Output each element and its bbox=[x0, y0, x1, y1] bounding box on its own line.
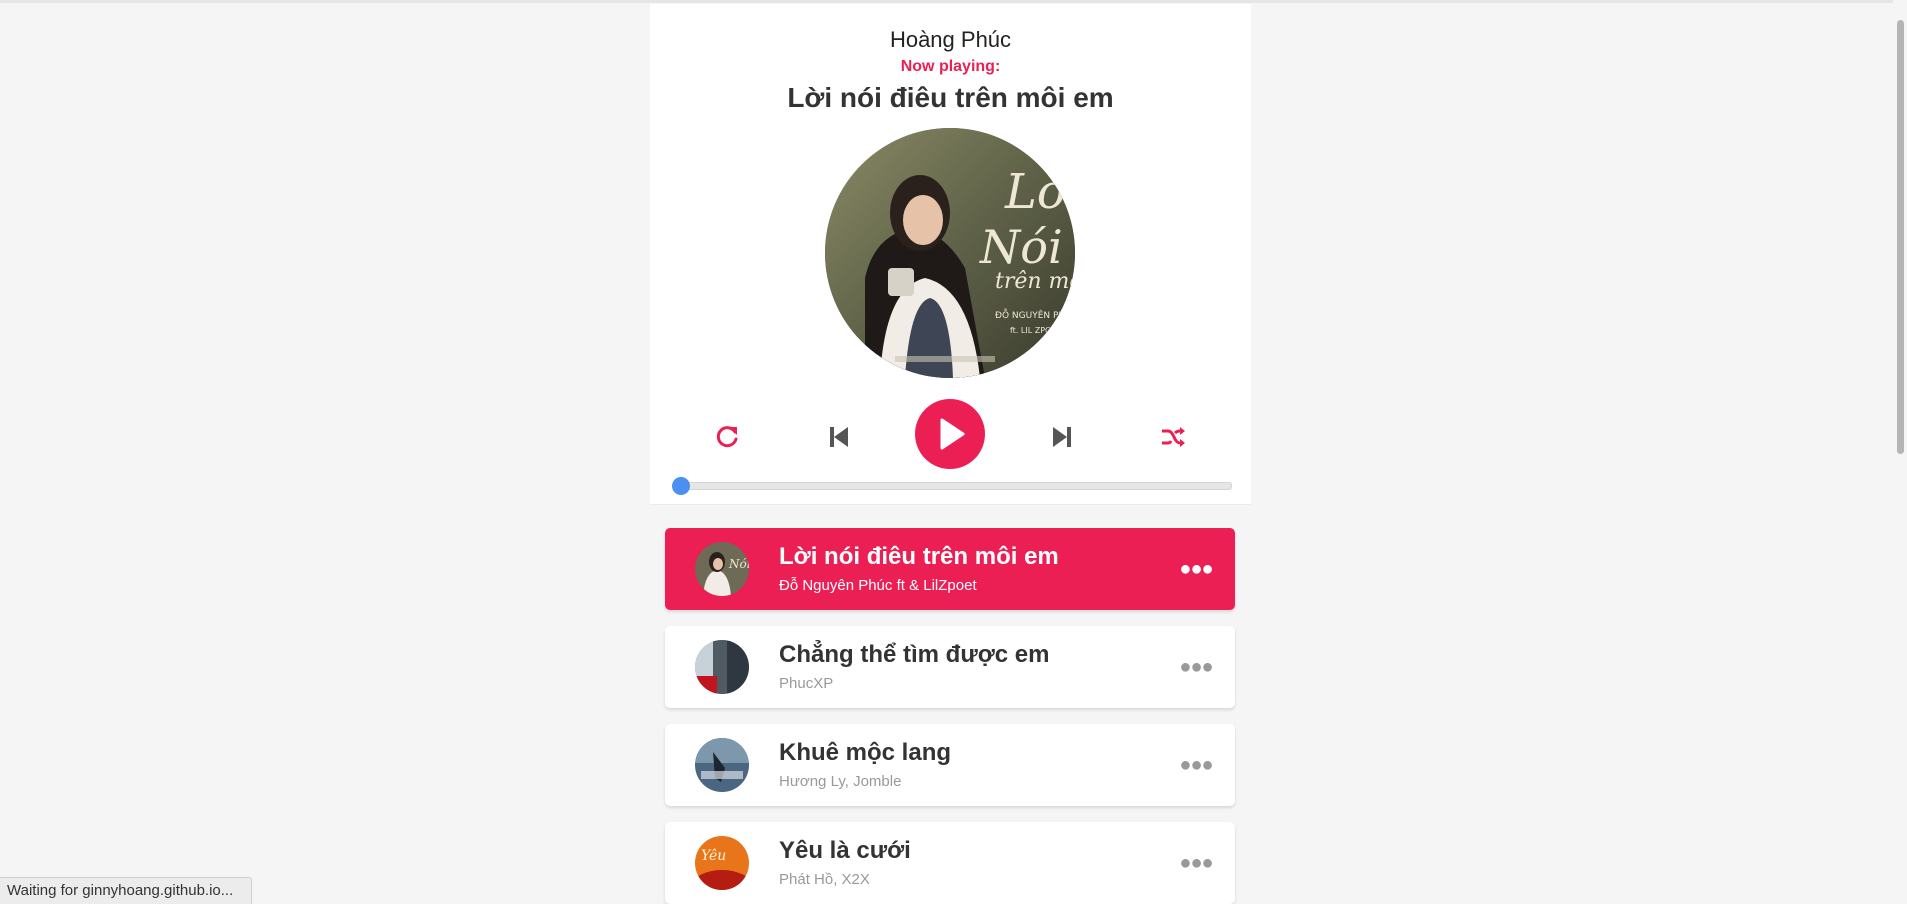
song-title: Chẳng thể tìm được em bbox=[779, 641, 1050, 668]
song-options-button[interactable]: ●●● bbox=[1179, 654, 1213, 680]
song-author: Hương Ly, Jomble bbox=[779, 773, 902, 790]
step-forward-icon bbox=[1053, 427, 1071, 447]
random-button[interactable] bbox=[1153, 417, 1193, 457]
song-author: Đỗ Nguyên Phúc ft & LilZpoet bbox=[779, 577, 977, 594]
song-options-button[interactable]: ●●● bbox=[1179, 850, 1213, 876]
player-dashboard: Hoàng Phúc Now playing: Lời nói điêu trê… bbox=[650, 4, 1251, 505]
shuffle-icon bbox=[1162, 427, 1185, 447]
song-thumbnail-image bbox=[695, 738, 749, 792]
song-author: PhucXP bbox=[779, 675, 834, 692]
song-thumbnail: Yêu bbox=[695, 836, 749, 890]
song-thumbnail bbox=[695, 738, 749, 792]
playlist: Nói Lời nói điêu trên môi em Đỗ Nguyên P… bbox=[665, 528, 1235, 904]
svg-text:Nói: Nói bbox=[979, 220, 1063, 274]
page-scrollbar[interactable] bbox=[1893, 0, 1907, 904]
next-button[interactable] bbox=[1042, 417, 1082, 457]
svg-text:trên môi: trên môi bbox=[995, 269, 1075, 294]
browser-status-bar: Waiting for ginnyhoang.github.io... bbox=[0, 877, 253, 904]
song-thumbnail-image: Nói bbox=[695, 542, 749, 596]
repeat-button[interactable] bbox=[707, 417, 747, 457]
scrollbar-thumb[interactable] bbox=[1897, 20, 1904, 454]
progress-thumb[interactable] bbox=[672, 477, 690, 495]
cd-artwork: Lời Nói trên môi ĐỖ NGUYÊN PH ft. LIL ZP… bbox=[825, 128, 1075, 378]
ellipsis-icon: ●●● bbox=[1179, 557, 1213, 580]
svg-text:Lời: Lời bbox=[1004, 164, 1075, 220]
song-author: Phát Hồ, X2X bbox=[779, 871, 870, 888]
ellipsis-icon: ●●● bbox=[1179, 655, 1213, 678]
song-title: Khuê mộc lang bbox=[779, 739, 952, 766]
owner-name: Hoàng Phúc bbox=[889, 27, 1012, 52]
progress-slider[interactable] bbox=[672, 477, 1232, 495]
svg-text:Yêu: Yêu bbox=[701, 848, 726, 864]
now-playing-label: Now playing: bbox=[900, 58, 1001, 75]
song-item[interactable]: Nói Lời nói điêu trên môi em Đỗ Nguyên P… bbox=[665, 528, 1235, 610]
song-thumbnail-image: Yêu bbox=[695, 836, 749, 890]
browser-top-border bbox=[0, 0, 1907, 3]
song-item[interactable]: Chẳng thể tìm được em PhucXP ●●● bbox=[665, 626, 1235, 708]
play-icon bbox=[940, 418, 965, 450]
current-song-title: Lời nói điêu trên môi em bbox=[787, 82, 1114, 113]
song-title: Lời nói điêu trên môi em bbox=[779, 543, 1059, 570]
prev-button[interactable] bbox=[819, 417, 859, 457]
ellipsis-icon: ●●● bbox=[1179, 851, 1213, 874]
step-backward-icon bbox=[830, 427, 848, 447]
svg-text:ft. LIL ZPOET: ft. LIL ZPOET bbox=[1010, 326, 1061, 335]
svg-text:Nói: Nói bbox=[728, 557, 749, 571]
song-options-button[interactable]: ●●● bbox=[1179, 752, 1213, 778]
song-thumbnail bbox=[695, 640, 749, 694]
song-options-button[interactable]: ●●● bbox=[1179, 556, 1213, 582]
repeat-icon bbox=[716, 426, 738, 448]
ellipsis-icon: ●●● bbox=[1179, 753, 1213, 776]
song-thumbnail-image bbox=[695, 640, 749, 694]
song-item[interactable]: Khuê mộc lang Hương Ly, Jomble ●●● bbox=[665, 724, 1235, 806]
cd-thumbnail: Lời Nói trên môi ĐỖ NGUYÊN PH ft. LIL ZP… bbox=[825, 128, 1075, 378]
play-button[interactable] bbox=[915, 399, 985, 469]
song-item[interactable]: Yêu Yêu là cưới Phát Hồ, X2X ●●● bbox=[665, 822, 1235, 904]
player-controls bbox=[650, 399, 1251, 479]
song-title: Yêu là cưới bbox=[779, 837, 911, 864]
song-thumbnail: Nói bbox=[695, 542, 749, 596]
